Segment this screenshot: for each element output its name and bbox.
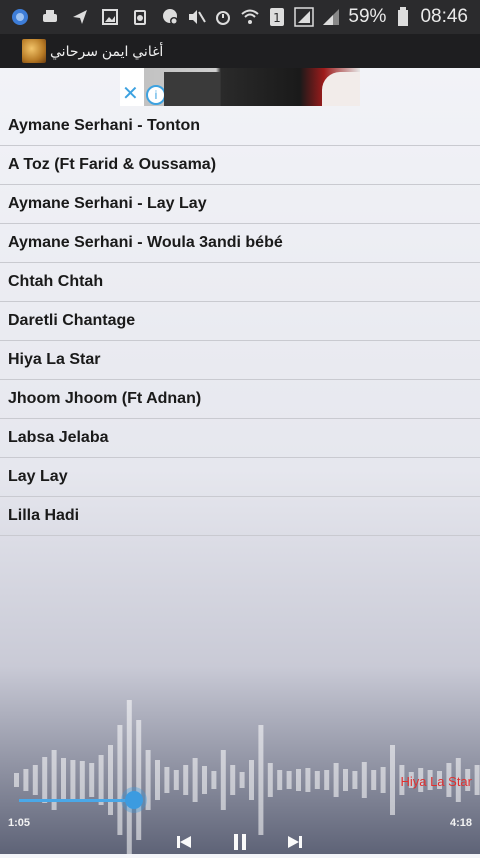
visualizer-bar [343,769,348,791]
visualizer-bar [61,758,66,802]
visualizer-bar [183,765,189,795]
song-item[interactable]: Lay Lay [0,458,480,497]
visualizer-bar [14,773,19,787]
wifi-icon [240,7,260,27]
battery-percent: 59% [348,6,387,27]
visualizer-bar [98,755,104,805]
playback-controls [0,830,480,854]
visualizer-bar [155,760,160,800]
visualizer-bar [249,760,254,800]
song-item[interactable]: Hiya La Star [0,341,480,380]
visualizer-bar [314,771,320,789]
recycle-icon [130,7,150,27]
visualizer-bar [474,765,480,795]
app-notification-icon [10,7,30,27]
seek-bar-progress [19,799,135,802]
visualizer-bar [286,771,292,789]
visualizer-bar [380,767,386,793]
audio-visualizer [14,700,480,854]
alarm-icon [213,7,233,27]
status-bar: 1 59% 08:46 [0,0,480,34]
visualizer-bar [267,763,273,797]
ad-info-icon[interactable]: i [146,85,166,105]
clock: 08:46 [420,6,468,27]
visualizer-bar [390,745,395,815]
visualizer-bar [136,720,142,840]
visualizer-bar [70,760,76,800]
song-item[interactable]: A Toz (Ft Farid & Oussama) [0,146,480,185]
song-item[interactable]: Aymane Serhani - Lay Lay [0,185,480,224]
image-icon [100,7,120,27]
visualizer-bar [164,767,170,793]
visualizer-bar [89,763,95,797]
data-signal-icon [294,7,315,27]
mute-icon [186,7,207,27]
visualizer-bar [173,770,179,790]
visualizer-bar [42,757,48,803]
printer-icon [40,7,60,27]
visualizer-bar [361,762,367,798]
notification-icons [10,7,180,27]
ad-image-secondary [322,72,360,106]
visualizer-bar [108,745,113,815]
app-title: أغاني ايمن سرحاني [50,42,164,59]
visualizer-bar [23,769,29,791]
song-item[interactable]: Jhoom Jhoom (Ft Adnan) [0,380,480,419]
song-item[interactable]: Lilla Hadi [0,497,480,536]
visualizer-bar [192,758,198,802]
sim-slot-number: 1 [274,11,282,25]
visualizer-bar [32,765,38,795]
next-track-button[interactable] [283,830,307,854]
visualizer-bar [202,766,207,794]
ad-image [164,72,220,106]
song-item[interactable]: Daretli Chantage [0,302,480,341]
visualizer-bar [352,771,358,789]
visualizer-bar [211,771,217,789]
song-item[interactable]: Aymane Serhani - Woula 3andi bébé [0,224,480,263]
song-item[interactable]: Chtah Chtah [0,263,480,302]
visualizer-bar [117,725,123,835]
song-item[interactable]: Aymane Serhani - Tonton [0,107,480,146]
system-status-icons: 1 59% 08:46 [186,0,468,34]
chat-icon [160,7,180,27]
visualizer-bar [230,765,236,795]
visualizer-bar [324,770,330,790]
battery-icon [393,7,413,27]
elapsed-time: 1:05 [8,817,31,829]
visualizer-bar [277,770,283,790]
music-player: Hiya La Star 1:05 4:18 [0,660,480,854]
app-bar: أغاني ايمن سرحاني [0,34,480,68]
app-logo-icon [22,39,46,63]
ad-close-icon[interactable]: ✕ [122,84,139,104]
song-list: Aymane Serhani - Tonton A Toz (Ft Farid … [0,107,480,536]
visualizer-bar [333,763,339,797]
ad-banner[interactable]: ✕ i [120,68,360,106]
visualizer-bar [296,769,301,791]
now-playing-title: Hiya La Star [400,774,472,789]
visualizer-bar [79,761,85,799]
visualizer-bar [258,725,264,835]
sim-icon: 1 [267,7,287,27]
pause-button[interactable] [228,830,252,854]
previous-track-button[interactable] [172,830,196,854]
song-item[interactable]: Labsa Jelaba [0,419,480,458]
send-icon [70,7,90,27]
signal-icon [321,7,341,27]
total-time: 4:18 [449,817,472,829]
visualizer-bar [371,770,377,790]
seek-bar[interactable] [19,791,463,809]
visualizer-bar [239,772,245,788]
visualizer-bar [305,768,311,792]
